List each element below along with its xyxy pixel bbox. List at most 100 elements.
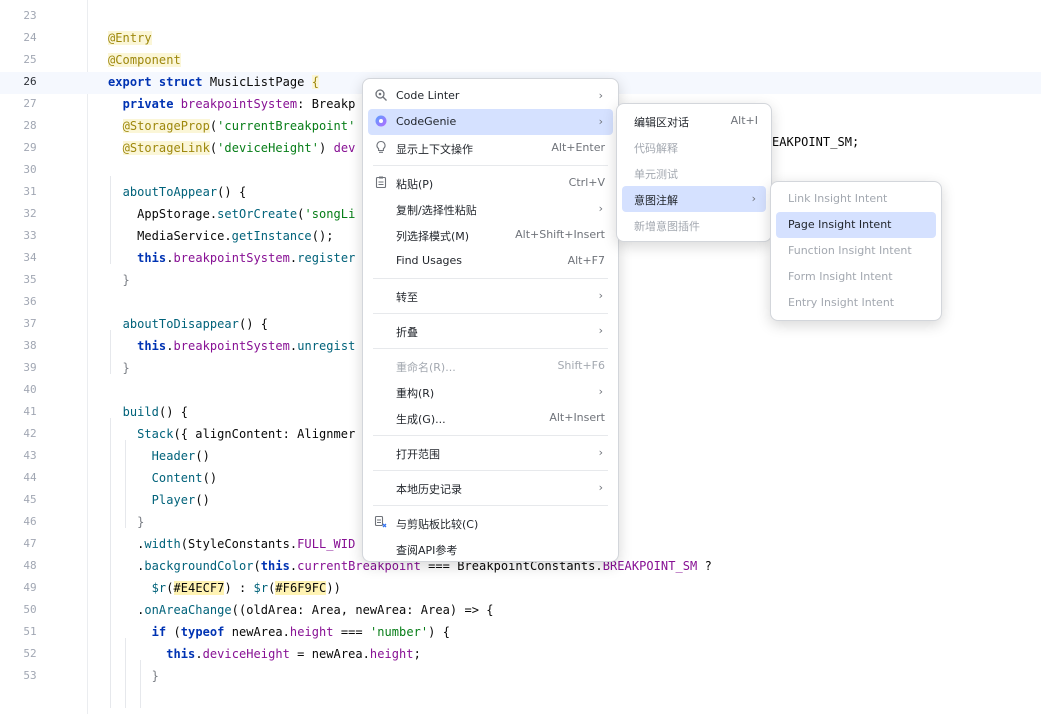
menu-item-label: 代码解释 (634, 142, 678, 155)
line-number: 39 (23, 361, 37, 374)
menu-item-paste[interactable]: 粘贴(P) Ctrl+V (368, 170, 613, 196)
code-token: ) { (428, 625, 450, 639)
menu-item-api-reference[interactable]: 查阅API参考 (368, 536, 613, 562)
code-token: ( (166, 625, 181, 639)
code-token: 'currentBreakpoint' (217, 119, 356, 133)
menu-item-unit-test[interactable]: 单元测试 (622, 160, 766, 186)
menu-item-explain-code[interactable]: 代码解释 (622, 134, 766, 160)
menu-item-label: Page Insight Intent (788, 218, 892, 231)
menu-item-entry-insight-intent[interactable]: Entry Insight Intent (776, 290, 936, 316)
menu-item-open-in[interactable]: 打开范围 › (368, 440, 613, 466)
line-number: 46 (23, 515, 37, 528)
line-number: 37 (23, 317, 37, 330)
code-token: BREAKPOINT_SM (602, 559, 698, 573)
menu-separator (373, 470, 608, 471)
code-token: () { (238, 317, 269, 331)
line-number: 27 (23, 97, 37, 110)
code-line[interactable]: 24 @Entry (0, 28, 1041, 50)
line-number: 47 (23, 537, 37, 550)
menu-item-link-insight-intent[interactable]: Link Insight Intent (776, 186, 936, 212)
code-token: } (108, 515, 145, 529)
code-token: . (166, 251, 174, 265)
menu-item-local-history[interactable]: 本地历史记录 › (368, 475, 613, 501)
menu-item-intent-annotation[interactable]: 意图注解 › (622, 186, 766, 212)
menu-item-codegenie[interactable]: CodeGenie › (368, 109, 613, 135)
menu-item-label: Link Insight Intent (788, 192, 888, 205)
code-line[interactable]: 50 .onAreaChange((oldArea: Area, newArea… (0, 600, 1041, 622)
menu-separator (373, 313, 608, 314)
code-line[interactable]: 52 this.deviceHeight = newArea.height; (0, 644, 1041, 666)
code-token: Content (151, 471, 203, 485)
line-number: 53 (23, 669, 37, 682)
code-token: ( (253, 559, 261, 573)
code-token: @StorageLink (122, 141, 210, 155)
menu-item-label: Function Insight Intent (788, 244, 912, 257)
menu-item-column-selection[interactable]: 列选择模式(M) Alt+Shift+Insert (368, 222, 613, 248)
code-token: onAreaChange (144, 603, 232, 617)
menu-item-label: CodeGenie (396, 115, 457, 128)
code-token: : Breakp (297, 97, 356, 111)
menu-item-function-insight-intent[interactable]: Function Insight Intent (776, 238, 936, 264)
menu-item-goto[interactable]: 转至 › (368, 283, 613, 309)
codegenie-icon (374, 114, 388, 128)
menu-item-rename[interactable]: 重命名(R)... Shift+F6 (368, 353, 613, 379)
code-token: 'songLi (304, 207, 356, 221)
menu-item-show-context-actions[interactable]: 显示上下文操作 Alt+Enter (368, 135, 613, 161)
code-token: { (311, 75, 319, 89)
code-line[interactable]: 25 @Component (0, 50, 1041, 72)
menu-item-generate[interactable]: 生成(G)... Alt+Insert (368, 405, 613, 431)
menu-item-label: Entry Insight Intent (788, 296, 895, 309)
line-number: 25 (23, 53, 37, 66)
code-token: height (289, 625, 334, 639)
menu-item-folding[interactable]: 折叠 › (368, 318, 613, 344)
code-token: } (108, 361, 130, 375)
menu-item-page-insight-intent[interactable]: Page Insight Intent (776, 212, 936, 238)
code-token: newArea. (224, 625, 290, 639)
code-token: = newArea. (289, 647, 370, 661)
menu-item-compare-clipboard[interactable]: 与剪贴板比较(C) (368, 510, 613, 536)
chevron-right-icon: › (751, 192, 756, 205)
code-token: typeof (180, 625, 225, 639)
code-token: private (122, 97, 181, 111)
code-token: (StyleConstants. (180, 537, 298, 551)
menu-item-refactor[interactable]: 重构(R) › (368, 379, 613, 405)
code-line[interactable]: 51 if (typeof newArea.height === 'number… (0, 622, 1041, 644)
code-text: export struct MusicListPage { (108, 75, 319, 89)
menu-item-copy-paste-special[interactable]: 复制/选择性粘贴 › (368, 196, 613, 222)
menu-item-label: 意图注解 (634, 194, 678, 207)
code-token: Stack (137, 427, 174, 441)
code-text: Player() (108, 493, 210, 507)
code-line[interactable]: 49 $r(#E4ECF7) : $r(#F6F9FC)) (0, 578, 1041, 600)
menu-separator (373, 278, 608, 279)
code-token: Header (151, 449, 196, 463)
chevron-right-icon: › (598, 446, 603, 459)
menu-item-label: Code Linter (396, 89, 460, 102)
code-token: . (108, 603, 145, 617)
menu-item-label: 生成(G)... (396, 413, 446, 426)
code-line[interactable]: 23 (0, 6, 1041, 28)
line-number: 26 (23, 75, 37, 88)
code-text: if (typeof newArea.height === 'number') … (108, 625, 450, 639)
menu-item-new-intent-plugin[interactable]: 新增意图插件 (622, 212, 766, 238)
code-line[interactable]: 53 } (0, 666, 1041, 688)
menu-item-label: 复制/选择性粘贴 (396, 204, 477, 217)
menu-item-editor-chat[interactable]: 编辑区对话 Alt+I (622, 108, 766, 134)
line-number: 29 (23, 141, 37, 154)
menu-item-find-usages[interactable]: Find Usages Alt+F7 (368, 248, 613, 274)
code-token: breakpointSystem (173, 251, 290, 265)
chevron-right-icon: › (598, 481, 603, 494)
menu-item-form-insight-intent[interactable]: Form Insight Intent (776, 264, 936, 290)
menu-item-code-linter[interactable]: Code Linter › (368, 83, 613, 109)
line-number: 49 (23, 581, 37, 594)
menu-item-label: 新增意图插件 (634, 220, 700, 233)
line-number: 50 (23, 603, 37, 616)
code-token: dev (333, 141, 356, 155)
code-token: this (166, 647, 196, 661)
code-token: MediaService. (108, 229, 232, 243)
